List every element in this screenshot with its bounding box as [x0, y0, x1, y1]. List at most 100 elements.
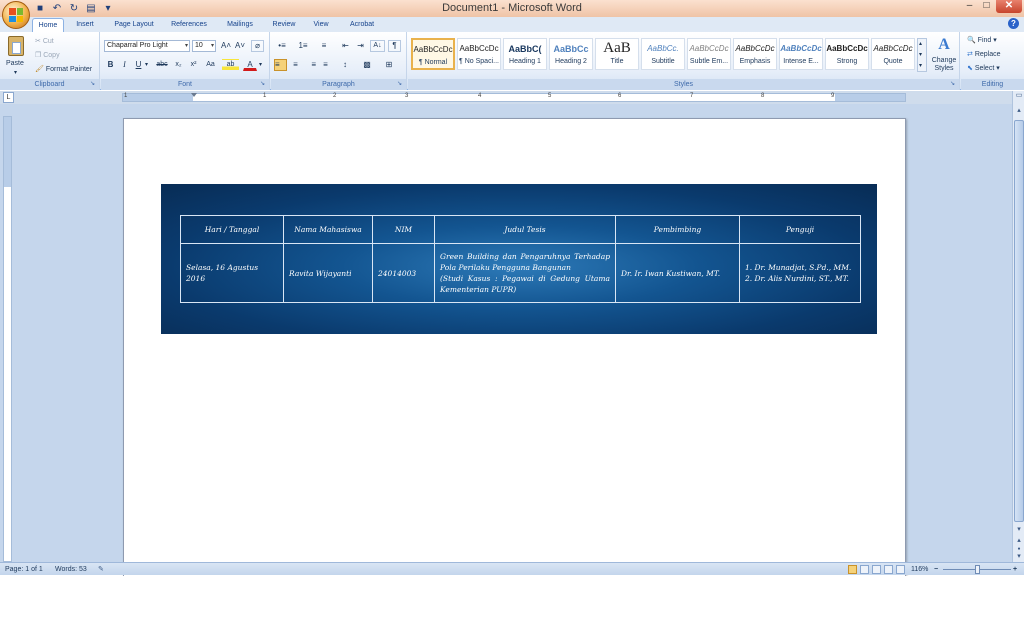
grow-font-button[interactable]: A˄: [220, 40, 232, 52]
bullets-button[interactable]: •≡: [274, 40, 290, 52]
outline-view-icon[interactable]: [884, 565, 893, 574]
style-quote[interactable]: AaBbCcDc Quote: [871, 38, 915, 70]
vertical-ruler[interactable]: [3, 116, 12, 562]
ruler-number: 4: [478, 93, 482, 99]
tab-insert[interactable]: Insert: [69, 18, 101, 32]
tab-acrobat[interactable]: Acrobat: [343, 18, 381, 32]
styles-gallery-scroll[interactable]: ▴ ▾ ▾: [917, 38, 927, 72]
tab-selector-icon[interactable]: L: [3, 92, 14, 103]
cut-button[interactable]: ✂ Cut: [35, 37, 54, 47]
next-page-icon[interactable]: ▾: [1014, 552, 1024, 562]
paragraph-launcher-icon[interactable]: ↘: [397, 81, 404, 88]
tab-mailings[interactable]: Mailings: [221, 18, 259, 32]
restore-button[interactable]: □: [980, 0, 993, 13]
draft-view-icon[interactable]: [896, 565, 905, 574]
multilevel-list-button[interactable]: ≡: [316, 40, 332, 52]
subscript-button[interactable]: x₂: [172, 59, 185, 71]
align-left-button[interactable]: ≡: [274, 59, 287, 71]
numbering-button[interactable]: 1≡: [295, 40, 311, 52]
font-size-combo[interactable]: 10 ▾: [192, 40, 216, 52]
strikethrough-button[interactable]: abc: [154, 59, 170, 71]
style-strong[interactable]: AaBbCcDc Strong: [825, 38, 869, 70]
highlight-button[interactable]: ab: [222, 59, 239, 71]
table-row: Selasa, 16 Agustus 2016 Ravita Wijayanti…: [180, 243, 861, 303]
style-heading-2[interactable]: AaBbCc Heading 2: [549, 38, 593, 70]
clipboard-launcher-icon[interactable]: ↘: [90, 81, 97, 88]
sort-button[interactable]: A↓: [370, 40, 385, 52]
scroll-up-icon[interactable]: ▴: [1014, 106, 1024, 116]
zoom-in-button[interactable]: +: [1013, 564, 1017, 575]
scroll-down-icon[interactable]: ▾: [1014, 525, 1024, 535]
tab-review[interactable]: Review: [267, 18, 301, 32]
shrink-font-button[interactable]: A˅: [234, 40, 246, 52]
select-icon: ⬉: [967, 65, 975, 72]
styles-launcher-icon[interactable]: ↘: [950, 81, 957, 88]
zoom-out-button[interactable]: −: [934, 564, 938, 575]
indent-marker-icon[interactable]: [191, 93, 197, 97]
gallery-more-icon[interactable]: ▾: [919, 61, 922, 71]
font-name-dropdown-icon: ▾: [184, 43, 188, 49]
header-hari-tanggal: Hari / Tanggal: [180, 215, 284, 244]
bold-button[interactable]: B: [105, 59, 116, 71]
font-name-combo[interactable]: Chaparral Pro Light ▾: [104, 40, 190, 52]
align-center-button[interactable]: ≡: [289, 59, 302, 71]
help-icon[interactable]: ?: [1008, 18, 1019, 29]
style-no-spacing[interactable]: AaBbCcDc ¶ No Spaci...: [457, 38, 501, 70]
thesis-schedule-table[interactable]: Hari / Tanggal Nama Mahasiswa NIM Judul …: [180, 215, 861, 303]
paste-button[interactable]: Paste ▾: [4, 35, 30, 77]
replace-button[interactable]: ⇄ Replace: [967, 50, 1001, 60]
style-subtle-emphasis[interactable]: AaBbCcDc Subtle Em...: [687, 38, 731, 70]
full-screen-reading-icon[interactable]: [860, 565, 869, 574]
print-layout-view-icon[interactable]: [848, 565, 857, 574]
font-color-dropdown-icon[interactable]: ▾: [259, 60, 262, 70]
clear-formatting-button[interactable]: ⌀: [251, 40, 264, 52]
show-marks-button[interactable]: ¶: [388, 40, 401, 52]
style-intense-emphasis[interactable]: AaBbCcDc Intense E...: [779, 38, 823, 70]
tab-view[interactable]: View: [307, 18, 335, 32]
gallery-up-icon[interactable]: ▴: [919, 39, 922, 49]
borders-button[interactable]: ⊞: [380, 59, 398, 71]
increase-indent-button[interactable]: ⇥: [354, 40, 367, 52]
style-title[interactable]: AaB Title: [595, 38, 639, 70]
decrease-indent-button[interactable]: ⇤: [339, 40, 352, 52]
zoom-level[interactable]: 116%: [911, 564, 928, 575]
change-styles-button[interactable]: A Change Styles: [929, 36, 959, 78]
minimize-button[interactable]: –: [963, 0, 976, 13]
style-heading-1[interactable]: AaBbC( Heading 1: [503, 38, 547, 70]
tab-home[interactable]: Home: [32, 18, 64, 32]
judul-line: (Studi Kasus : Pegawai di Gedung Utama: [440, 274, 610, 283]
close-button[interactable]: ✕: [996, 0, 1022, 13]
tab-references[interactable]: References: [166, 18, 212, 32]
format-painter-button[interactable]: 🖌 Format Painter: [35, 65, 92, 75]
page-count[interactable]: Page: 1 of 1: [5, 564, 43, 575]
style-normal[interactable]: AaBbCcDc ¶ Normal: [411, 38, 455, 70]
italic-button[interactable]: I: [119, 59, 130, 71]
word-count[interactable]: Words: 53: [55, 564, 87, 575]
document-page[interactable]: Hari / Tanggal Nama Mahasiswa NIM Judul …: [123, 118, 906, 578]
line-spacing-button[interactable]: ↕: [337, 59, 353, 71]
superscript-button[interactable]: x²: [187, 59, 200, 71]
web-layout-icon[interactable]: [872, 565, 881, 574]
font-color-button[interactable]: A: [243, 59, 257, 71]
scroll-thumb[interactable]: [1014, 120, 1024, 522]
style-subtitle[interactable]: AaBbCc. Subtitle: [641, 38, 685, 70]
ruler-toggle-icon[interactable]: ▭: [1014, 91, 1024, 101]
justify-button[interactable]: ≡: [319, 59, 332, 71]
gallery-down-icon[interactable]: ▾: [919, 50, 922, 60]
vertical-scrollbar[interactable]: ▭ ▴ ▾ ▴ ● ▾: [1012, 91, 1024, 562]
select-button[interactable]: ⬉ Select ▾: [967, 64, 1000, 74]
underline-button[interactable]: U: [133, 59, 144, 71]
copy-button[interactable]: ❐ Copy: [35, 51, 60, 61]
proofing-icon[interactable]: ✎: [98, 564, 104, 575]
shading-button[interactable]: ▩: [358, 59, 376, 71]
horizontal-ruler[interactable]: 1 1 2 3 4 5 6 7 8 9: [122, 93, 906, 102]
tab-page-layout[interactable]: Page Layout: [109, 18, 159, 32]
find-button[interactable]: 🔍 Find ▾: [967, 36, 997, 46]
style-emphasis[interactable]: AaBbCcDc Emphasis: [733, 38, 777, 70]
align-right-button[interactable]: ≡: [304, 59, 317, 71]
font-launcher-icon[interactable]: ↘: [260, 81, 267, 88]
underline-dropdown-icon[interactable]: ▾: [145, 60, 148, 70]
office-button[interactable]: [2, 1, 30, 29]
zoom-slider-thumb[interactable]: [975, 565, 980, 574]
change-case-button[interactable]: Aa: [202, 59, 219, 71]
